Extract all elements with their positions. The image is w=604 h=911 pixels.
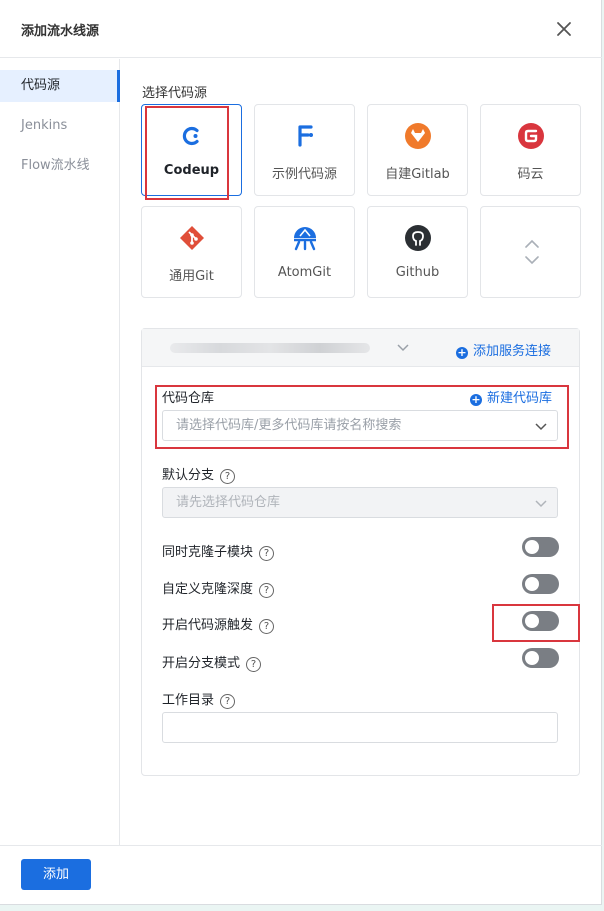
tile-label: 通用Git bbox=[169, 269, 214, 284]
source-tile-gitee[interactable]: 码云 bbox=[480, 104, 581, 196]
repo-label: 代码仓库 bbox=[162, 391, 215, 406]
toggle-row-branch-mode: 开启分支模式? bbox=[162, 652, 262, 672]
chevron-down-icon bbox=[535, 500, 547, 508]
section-label: 选择代码源 bbox=[142, 86, 208, 101]
toggle-label: 开启分支模式 bbox=[162, 656, 241, 671]
workdir-label: 工作目录 bbox=[162, 693, 215, 708]
plus-icon: + bbox=[456, 346, 468, 359]
workdir-input[interactable] bbox=[162, 712, 558, 743]
tile-label: 码云 bbox=[517, 167, 544, 182]
help-icon[interactable]: ? bbox=[259, 546, 275, 561]
sample-source-icon bbox=[291, 122, 319, 150]
repo-select[interactable]: 请选择代码库/更多代码库请按名称搜索 bbox=[162, 410, 558, 441]
help-icon[interactable]: ? bbox=[220, 694, 236, 709]
toggle-row-source-trigger: 开启代码源触发? bbox=[162, 614, 275, 634]
gitee-icon bbox=[517, 122, 545, 150]
branch-select-placeholder: 请先选择代码仓库 bbox=[176, 495, 281, 510]
help-icon[interactable]: ? bbox=[246, 657, 262, 672]
chevron-down-icon bbox=[535, 423, 547, 431]
toggle-row-submodules: 同时克隆子模块? bbox=[162, 541, 275, 561]
new-repo-label: 新建代码库 bbox=[487, 391, 553, 406]
service-connection-select-blurred[interactable] bbox=[170, 343, 370, 353]
branch-label: 默认分支 bbox=[162, 468, 215, 483]
submodules-toggle[interactable] bbox=[522, 537, 559, 557]
new-repo-link[interactable]: + 新建代码库 bbox=[470, 387, 552, 406]
sidebar: 代码源 Jenkins Flow流水线 bbox=[0, 59, 120, 845]
workdir-label-row: 工作目录? bbox=[162, 689, 236, 709]
expand-sources-tile[interactable] bbox=[480, 206, 581, 298]
add-button[interactable]: 添加 bbox=[21, 859, 91, 890]
tile-label: Github bbox=[395, 265, 440, 280]
dialog-footer: 添加 bbox=[0, 845, 602, 905]
atomgit-icon bbox=[291, 224, 319, 252]
close-icon[interactable] bbox=[552, 17, 576, 41]
github-icon bbox=[404, 224, 432, 252]
sidebar-item-flow[interactable]: Flow流水线 bbox=[0, 150, 120, 182]
tile-label: 自建Gitlab bbox=[385, 167, 450, 182]
clone-depth-toggle[interactable] bbox=[522, 574, 559, 594]
help-icon[interactable]: ? bbox=[220, 469, 236, 484]
source-tile-git[interactable]: 通用Git bbox=[141, 206, 242, 298]
toggle-row-clone-depth: 自定义克隆深度? bbox=[162, 578, 275, 598]
source-tile-sample[interactable]: 示例代码源 bbox=[254, 104, 355, 196]
sidebar-item-code-source[interactable]: 代码源 bbox=[0, 70, 120, 102]
service-connection-bar: + 添加服务连接 bbox=[142, 329, 579, 367]
dialog-header: 添加流水线源 bbox=[0, 0, 602, 58]
add-service-connection-link[interactable]: + 添加服务连接 bbox=[456, 340, 551, 359]
toggle-label: 开启代码源触发 bbox=[162, 618, 254, 633]
git-icon bbox=[178, 224, 206, 252]
branch-label-row: 默认分支? bbox=[162, 464, 236, 484]
source-tile-codeup[interactable]: Codeup bbox=[141, 104, 242, 196]
tile-label: Codeup bbox=[163, 163, 220, 178]
toggle-label: 自定义克隆深度 bbox=[162, 582, 254, 597]
tile-label: 示例代码源 bbox=[271, 167, 337, 182]
repo-select-placeholder: 请选择代码库/更多代码库请按名称搜索 bbox=[176, 418, 402, 433]
plus-icon: + bbox=[470, 393, 482, 406]
codeup-icon bbox=[178, 122, 206, 150]
source-tile-github[interactable]: Github bbox=[367, 206, 468, 298]
expand-collapse-icon bbox=[525, 239, 539, 265]
source-trigger-toggle[interactable] bbox=[522, 611, 559, 631]
toggle-label: 同时克隆子模块 bbox=[162, 545, 254, 560]
dialog-title: 添加流水线源 bbox=[21, 24, 100, 39]
add-pipeline-source-dialog: 添加流水线源 代码源 Jenkins Flow流水线 选择代码源 Codeup … bbox=[0, 0, 602, 905]
add-service-connection-label: 添加服务连接 bbox=[473, 344, 552, 359]
branch-select[interactable]: 请先选择代码仓库 bbox=[162, 487, 558, 518]
branch-mode-toggle[interactable] bbox=[522, 648, 559, 668]
gitlab-icon bbox=[404, 122, 432, 150]
help-icon[interactable]: ? bbox=[259, 619, 275, 634]
source-tile-atomgit[interactable]: AtomGit bbox=[254, 206, 355, 298]
chevron-down-icon bbox=[397, 344, 409, 352]
source-tile-gitlab[interactable]: 自建Gitlab bbox=[367, 104, 468, 196]
tile-label: AtomGit bbox=[277, 265, 332, 280]
sidebar-item-jenkins[interactable]: Jenkins bbox=[0, 110, 120, 142]
help-icon[interactable]: ? bbox=[259, 583, 275, 598]
